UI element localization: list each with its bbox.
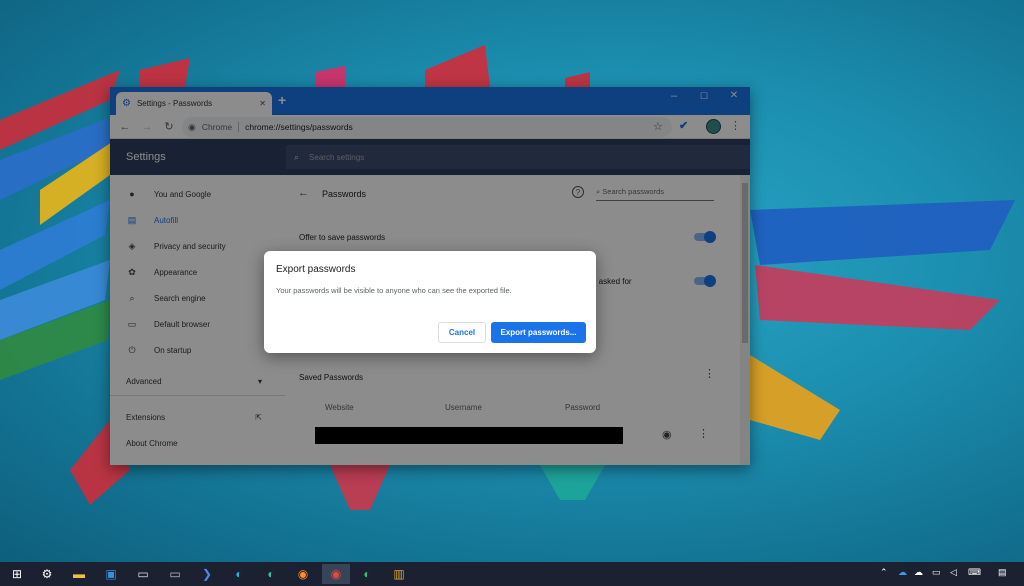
app-icon[interactable]: ▥: [388, 564, 410, 584]
photos-icon[interactable]: ▣: [100, 564, 122, 584]
onedrive-icon[interactable]: ☁: [898, 567, 907, 578]
edge-icon[interactable]: ◐: [228, 564, 250, 584]
edge-dev-icon[interactable]: ◐: [356, 564, 378, 584]
network-icon[interactable]: ▭: [932, 567, 941, 578]
onedrive-personal-icon[interactable]: ☁: [914, 567, 923, 578]
powershell-icon[interactable]: ❯: [196, 564, 218, 584]
terminal-icon[interactable]: ▭: [132, 564, 154, 584]
edge-beta-icon[interactable]: ◐: [260, 564, 282, 584]
chevron-up-icon[interactable]: ⌃: [880, 567, 888, 578]
chrome-taskbar-icon[interactable]: ◉: [322, 564, 350, 584]
firefox-icon[interactable]: ◉: [292, 564, 314, 584]
dialog-body: Your passwords will be visible to anyone…: [276, 286, 512, 295]
volume-icon[interactable]: ◁: [950, 567, 957, 578]
export-passwords-dialog: Export passwords Your passwords will be …: [264, 251, 596, 353]
settings-gear-icon[interactable]: ⚙: [36, 564, 58, 584]
taskbar: ⊞ ⚙ ▬ ▣ ▭ ▭ ❯ ◐ ◐ ◉ ◉ ◐ ▥ ⌃ ☁ ☁ ▭ ◁ ⌨ ▤: [0, 562, 1024, 586]
file-explorer-icon[interactable]: ▬: [68, 564, 90, 584]
dialog-title: Export passwords: [276, 264, 356, 275]
keyboard-icon[interactable]: ⌨: [968, 567, 981, 578]
start-windows-icon[interactable]: ⊞: [6, 564, 28, 584]
cancel-button[interactable]: Cancel: [438, 322, 486, 343]
export-passwords-button[interactable]: Export passwords...: [491, 322, 586, 343]
notifications-icon[interactable]: ▤: [998, 567, 1007, 578]
cmd-icon[interactable]: ▭: [164, 564, 186, 584]
